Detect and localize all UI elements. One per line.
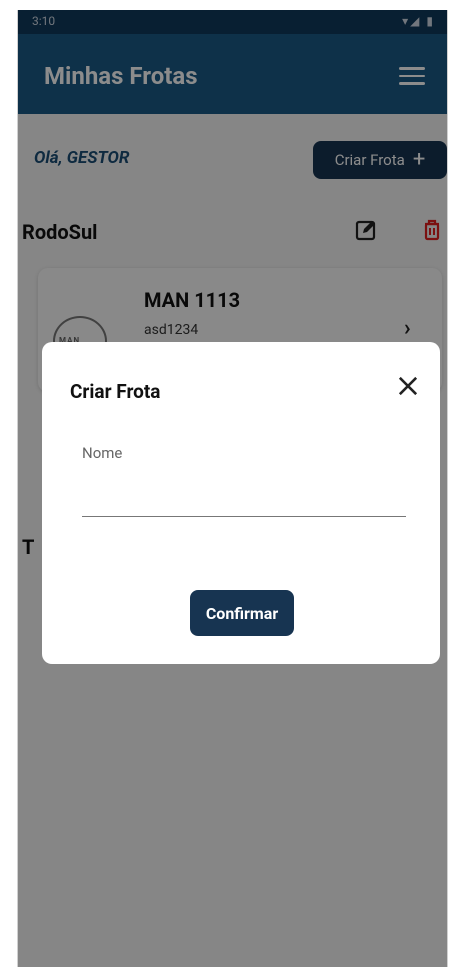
- phone-screen: 3:10 ▾◢ ▮ Minhas Frotas Olá, GESTOR Cria…: [17, 10, 448, 967]
- confirm-button[interactable]: Confirmar: [190, 590, 294, 636]
- close-icon[interactable]: [394, 372, 422, 400]
- dialog-title: Criar Frota: [70, 380, 161, 403]
- name-field-label: Nome: [82, 444, 123, 462]
- name-input[interactable]: [82, 470, 406, 517]
- create-fleet-dialog: Criar Frota Nome Confirmar: [42, 342, 440, 664]
